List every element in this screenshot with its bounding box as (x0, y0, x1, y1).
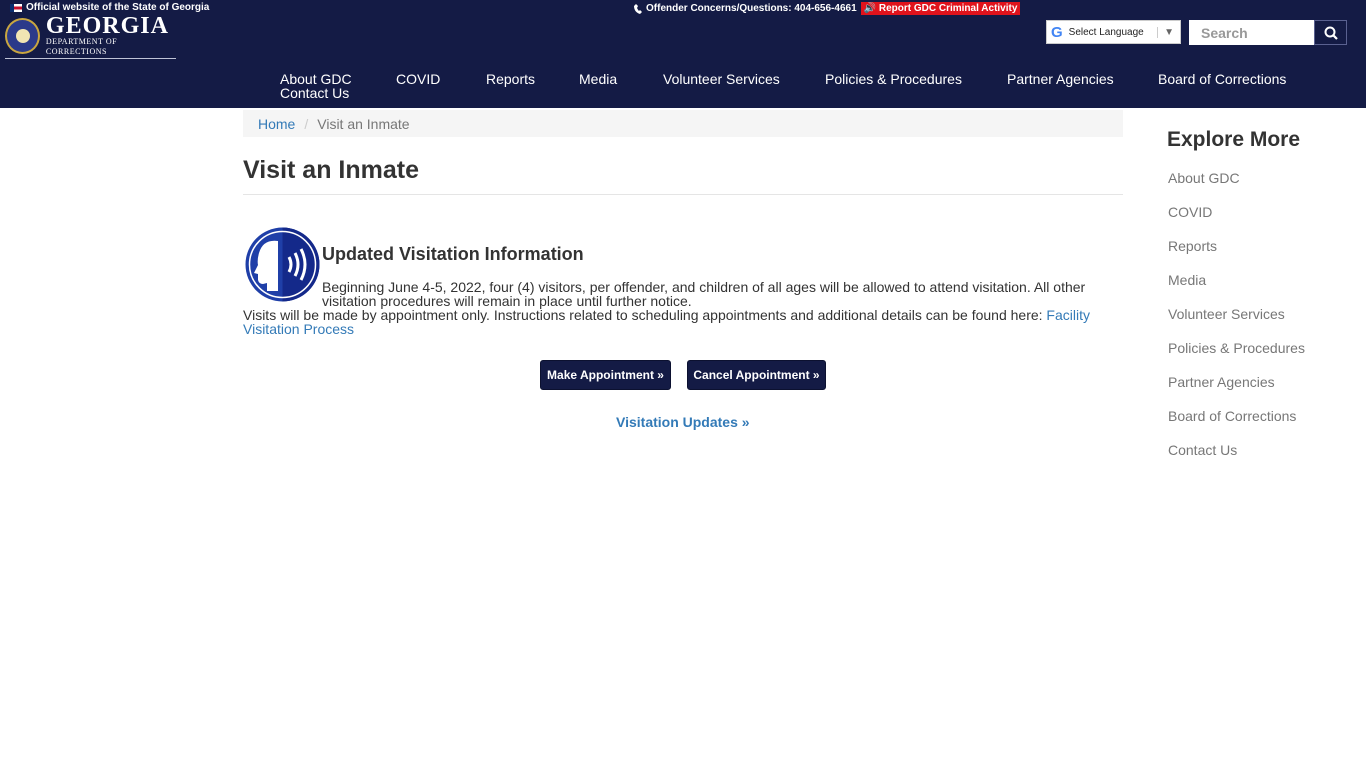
speaking-head-icon (245, 227, 320, 302)
offender-concerns-text: Offender Concerns/Questions: 404-656-466… (646, 3, 857, 14)
breadcrumb-current: Visit an Inmate (317, 115, 410, 132)
title-divider (243, 194, 1123, 195)
breadcrumb-home[interactable]: Home (258, 116, 295, 132)
nav-item-partner[interactable]: Partner Agencies (1007, 71, 1114, 87)
georgia-flag-icon (10, 3, 22, 12)
explore-more-title: Explore More (1167, 128, 1301, 151)
logo-sub-text: DEPARTMENT OF CORRECTIONS (45, 37, 118, 56)
report-criminal-activity-label: Report GDC Criminal Activity (878, 3, 1018, 14)
site-header: Official website of the State of Georgia… (0, 0, 1366, 108)
phone-icon (634, 3, 642, 14)
dropdown-arrow-icon: ▼ (1157, 26, 1174, 38)
sidebar-item-about[interactable]: About GDC (1168, 170, 1240, 186)
sidebar-item-reports[interactable]: Reports (1168, 238, 1217, 254)
visitation-updates-link[interactable]: Visitation Updates » (616, 414, 750, 430)
page-title: Visit an Inmate (243, 156, 419, 184)
report-criminal-activity-button[interactable]: 🔊 Report GDC Criminal Activity (860, 2, 1021, 15)
breadcrumb: Home / Visit an Inmate (243, 110, 1123, 137)
nav-item-volunteer[interactable]: Volunteer Services (663, 71, 780, 87)
nav-item-board[interactable]: Board of Corrections (1158, 71, 1286, 87)
search-button[interactable] (1314, 20, 1347, 45)
breadcrumb-separator: / (304, 115, 309, 132)
appointment-info-text: Visits will be made by appointment only.… (243, 308, 1123, 336)
sidebar-item-partner[interactable]: Partner Agencies (1168, 374, 1275, 390)
offender-concerns: Offender Concerns/Questions: 404-656-466… (634, 2, 1021, 15)
make-appointment-button[interactable]: Make Appointment » (540, 360, 671, 390)
sidebar-item-board[interactable]: Board of Corrections (1168, 408, 1296, 424)
section-title: Updated Visitation Information (322, 244, 584, 264)
megaphone-icon: 🔊 (863, 3, 877, 14)
search-input[interactable]: Search (1189, 20, 1314, 45)
cancel-appointment-button[interactable]: Cancel Appointment » (687, 360, 826, 390)
sidebar-item-policies[interactable]: Policies & Procedures (1168, 340, 1305, 356)
search-icon (1324, 26, 1338, 40)
language-select[interactable]: G Select Language ▼ (1046, 20, 1181, 44)
sidebar-item-volunteer[interactable]: Volunteer Services (1168, 306, 1285, 322)
state-seal-icon (5, 18, 40, 54)
sidebar-item-media[interactable]: Media (1168, 272, 1206, 288)
language-select-label: Select Language (1068, 26, 1144, 38)
sidebar-item-contact[interactable]: Contact Us (1168, 442, 1237, 458)
nav-item-covid[interactable]: COVID (396, 71, 440, 87)
nav-item-reports[interactable]: Reports (486, 71, 535, 87)
appointment-info-body: Visits will be made by appointment only.… (243, 307, 1047, 323)
official-website-notice: Official website of the State of Georgia (10, 2, 209, 13)
official-website-text: Official website of the State of Georgia (26, 2, 210, 13)
nav-item-media[interactable]: Media (579, 71, 617, 87)
google-icon: G (1051, 23, 1063, 41)
visitation-notice-text: Beginning June 4-5, 2022, four (4) visit… (322, 279, 1086, 309)
nav-item-contact[interactable]: Contact Us (280, 85, 349, 101)
sidebar-item-covid[interactable]: COVID (1168, 204, 1212, 220)
gdc-logo[interactable]: GEORGIA DEPARTMENT OF CORRECTIONS (5, 14, 176, 59)
nav-item-policies[interactable]: Policies & Procedures (825, 71, 962, 87)
logo-main-text: GEORGIA (45, 13, 169, 39)
